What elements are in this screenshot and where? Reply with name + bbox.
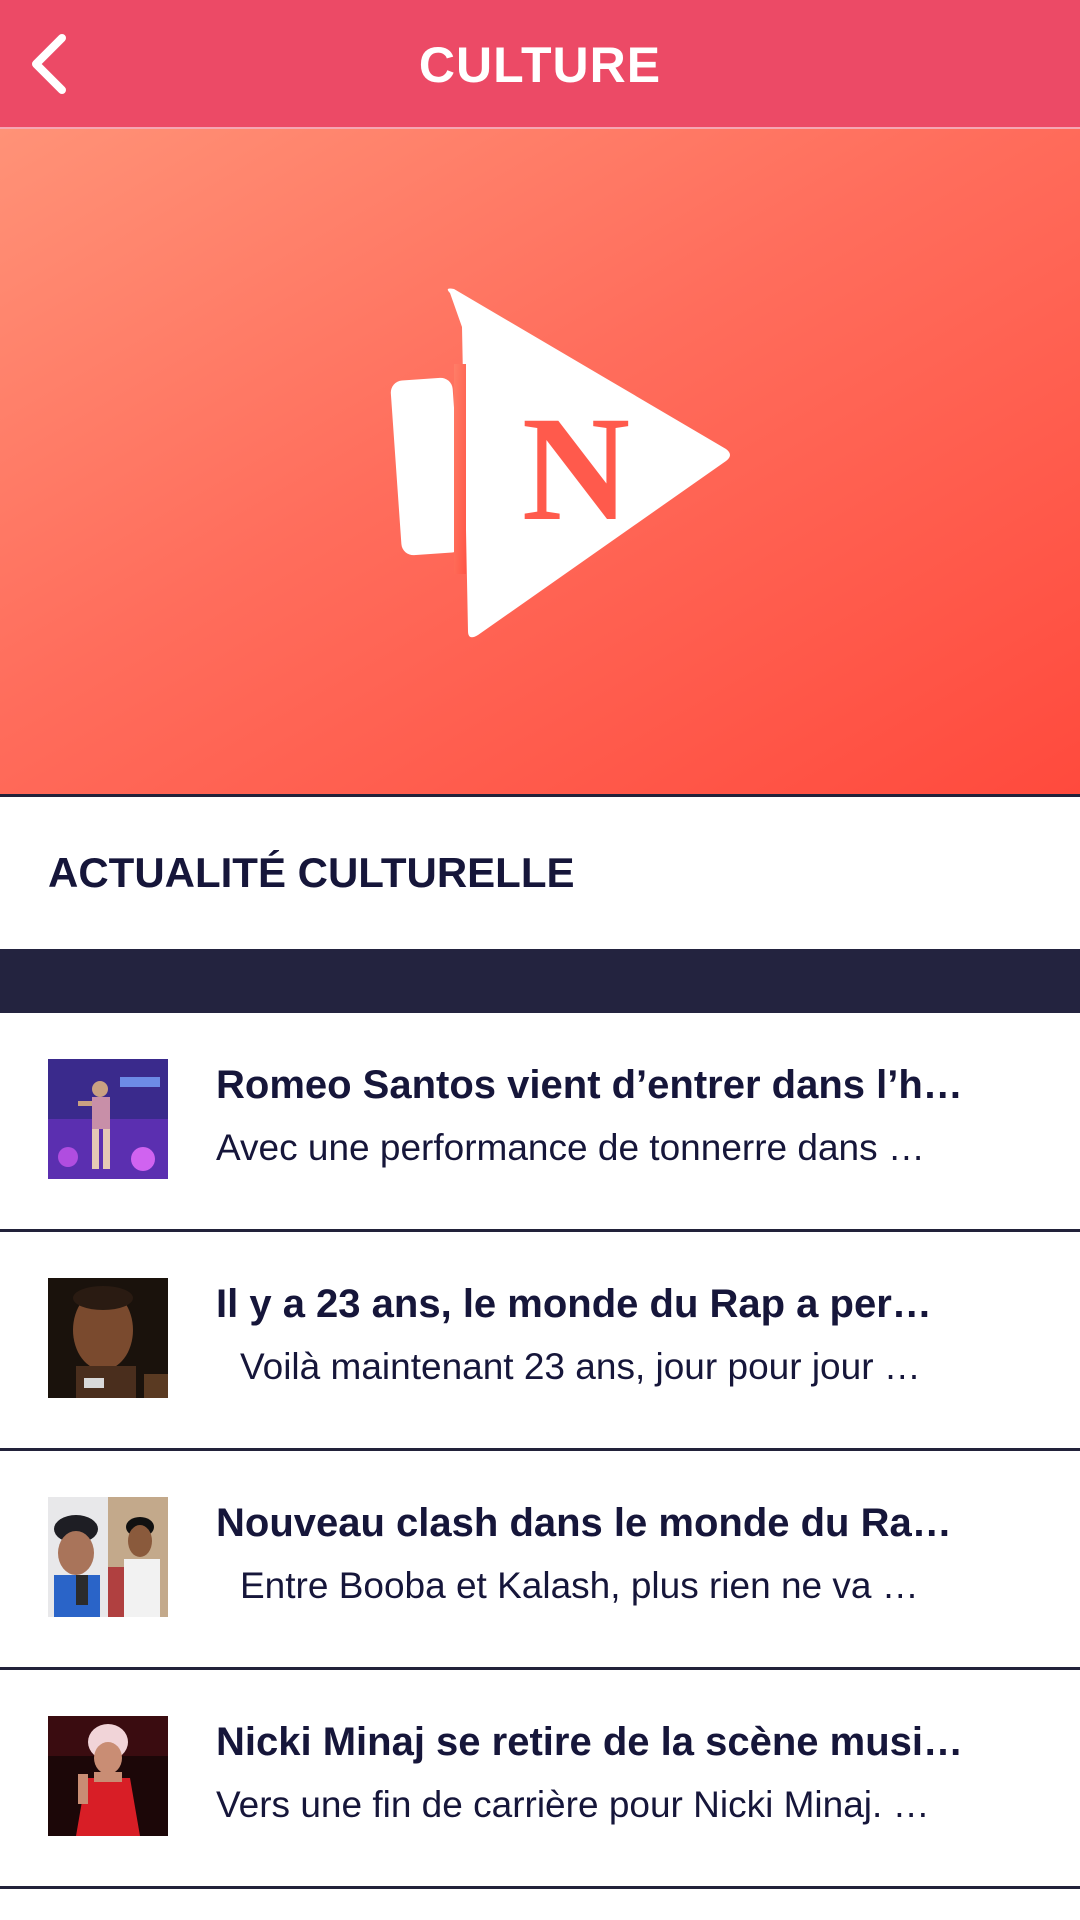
article-title: Il y a 23 ans, le monde du Rap a per… bbox=[216, 1282, 932, 1326]
article-subtitle: Voilà maintenant 23 ans, jour pour jour … bbox=[240, 1346, 921, 1387]
logo-letter: N bbox=[522, 386, 630, 552]
page-title: CULTURE bbox=[418, 36, 662, 93]
article-title: Nicki Minaj se retire de la scène musi… bbox=[216, 1720, 963, 1764]
article-list: Romeo Santos vient d’entrer dans l’h… Av… bbox=[0, 1013, 1080, 1889]
list-item[interactable]: Nouveau clash dans le monde du Ra… Entre… bbox=[0, 1451, 1080, 1670]
article-subtitle: Entre Booba et Kalash, plus rien ne va … bbox=[240, 1565, 919, 1606]
article-subtitle: Vers une fin de carrière pour Nicki Mina… bbox=[216, 1784, 930, 1825]
app-header: CULTURE bbox=[0, 0, 1080, 129]
article-subtitle: Avec une performance de tonnerre dans … bbox=[216, 1127, 925, 1168]
list-item[interactable]: Nicki Minaj se retire de la scène musi… … bbox=[0, 1670, 1080, 1889]
list-item[interactable]: Il y a 23 ans, le monde du Rap a per… Vo… bbox=[0, 1232, 1080, 1451]
list-item[interactable]: Romeo Santos vient d’entrer dans l’h… Av… bbox=[0, 1013, 1080, 1232]
play-megaphone-n-logo-icon: N bbox=[388, 279, 748, 649]
article-thumbnail bbox=[48, 1059, 168, 1179]
hero-banner: N bbox=[0, 129, 1080, 797]
article-thumbnail bbox=[48, 1278, 168, 1398]
article-title: Nouveau clash dans le monde du Ra… bbox=[216, 1501, 952, 1545]
article-thumbnail bbox=[48, 1497, 168, 1617]
section-title: ACTUALITÉ CULTURELLE bbox=[48, 849, 575, 896]
section-divider-bar bbox=[0, 949, 1080, 1013]
article-title: Romeo Santos vient d’entrer dans l’h… bbox=[216, 1063, 963, 1107]
article-thumbnail bbox=[48, 1716, 168, 1836]
